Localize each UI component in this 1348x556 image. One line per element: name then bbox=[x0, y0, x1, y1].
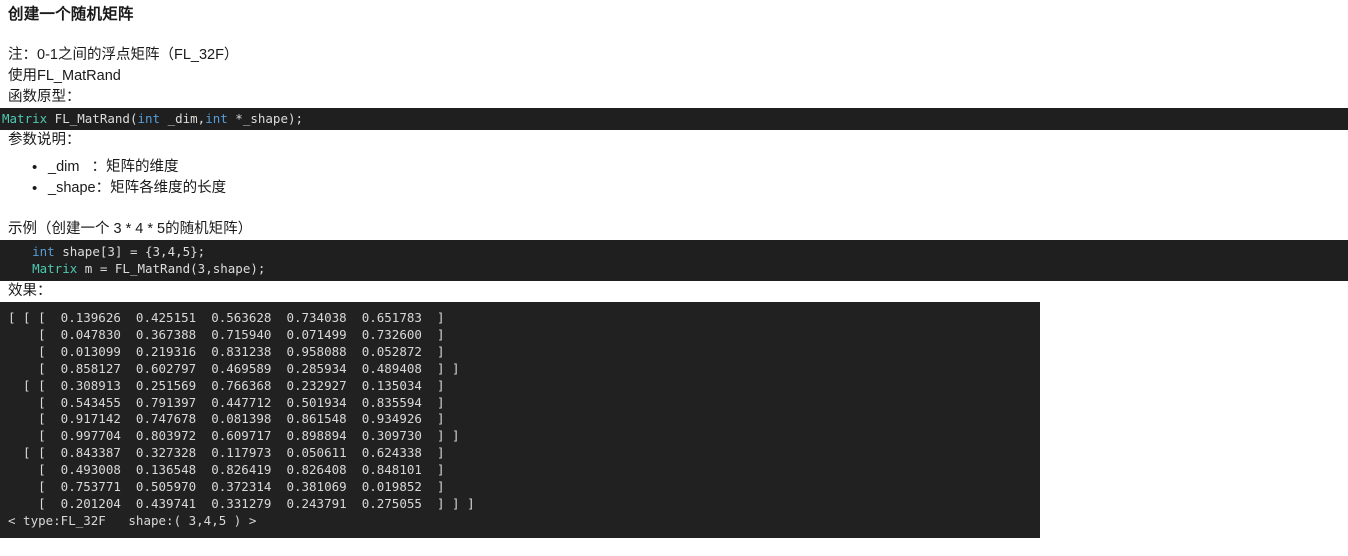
prototype-code-block: Matrix FL_MatRand(int _dim,int *_shape); bbox=[0, 108, 1348, 130]
console-line: [ 0.013099 0.219316 0.831238 0.958088 0.… bbox=[8, 343, 445, 359]
note-line: 注：0-1之间的浮点矩阵（FL_32F） bbox=[8, 47, 239, 63]
code-token-type-matrix: Matrix bbox=[32, 261, 78, 276]
list-item: _dim ：矩阵的维度 bbox=[32, 157, 1348, 178]
page-title: 创建一个随机矩阵 bbox=[8, 6, 134, 23]
console-line: [ 0.493008 0.136548 0.826419 0.826408 0.… bbox=[8, 462, 445, 478]
console-line: [ 0.997704 0.803972 0.609717 0.898894 0.… bbox=[8, 428, 460, 444]
code-token-arg-dim: _dim, bbox=[160, 111, 206, 126]
code-token-type: Matrix bbox=[2, 111, 48, 126]
console-line: [ 0.201204 0.439741 0.331279 0.243791 0.… bbox=[8, 495, 475, 511]
params-label: 参数说明： bbox=[8, 132, 81, 148]
result-label: 效果： bbox=[8, 283, 52, 299]
example-code-block: int shape[3] = {3,4,5}; Matrix m = FL_Ma… bbox=[0, 240, 1348, 281]
params-list: _dim ：矩阵的维度 _shape：矩阵各维度的长度 bbox=[0, 157, 1348, 199]
code-token-keyword-int: int bbox=[32, 244, 55, 259]
console-output: [ [ [ 0.139626 0.425151 0.563628 0.73403… bbox=[0, 302, 1040, 538]
console-line: [ 0.047830 0.367388 0.715940 0.071499 0.… bbox=[8, 326, 445, 342]
code-token-arg-shape: *_shape); bbox=[227, 111, 304, 126]
code-token-function: FL_MatRand( bbox=[47, 111, 138, 126]
example-label: 示例（创建一个 3 * 4 * 5的随机矩阵） bbox=[8, 221, 253, 237]
code-line-1-rest: shape[3] = {3,4,5}; bbox=[54, 244, 206, 259]
console-line: [ 0.753771 0.505970 0.372314 0.381069 0.… bbox=[8, 479, 445, 495]
console-line: [ 0.543455 0.791397 0.447712 0.501934 0.… bbox=[8, 394, 445, 410]
document-page: 创建一个随机矩阵 注：0-1之间的浮点矩阵（FL_32F） 使用FL_MatRa… bbox=[0, 0, 1348, 556]
prototype-label: 函数原型： bbox=[8, 89, 81, 105]
code-line-2-rest: m = FL_MatRand(3,shape); bbox=[77, 261, 266, 276]
console-footer-line: < type:FL_32F shape:( 3,4,5 ) > bbox=[8, 512, 257, 528]
console-line: [ [ 0.843387 0.327328 0.117973 0.050611 … bbox=[8, 445, 445, 461]
console-line: [ [ 0.308913 0.251569 0.766368 0.232927 … bbox=[8, 377, 445, 393]
list-item: _shape：矩阵各维度的长度 bbox=[32, 178, 1348, 199]
console-line: [ 0.858127 0.602797 0.469589 0.285934 0.… bbox=[8, 360, 460, 376]
usage-line: 使用FL_MatRand bbox=[8, 68, 121, 84]
console-line: [ 0.917142 0.747678 0.081398 0.861548 0.… bbox=[8, 411, 445, 427]
code-indent-2 bbox=[2, 261, 32, 276]
console-line: [ [ [ 0.139626 0.425151 0.563628 0.73403… bbox=[8, 310, 445, 325]
code-token-keyword-int-2: int bbox=[205, 111, 228, 126]
code-indent-1 bbox=[2, 244, 32, 259]
code-token-keyword-int-1: int bbox=[137, 111, 161, 126]
